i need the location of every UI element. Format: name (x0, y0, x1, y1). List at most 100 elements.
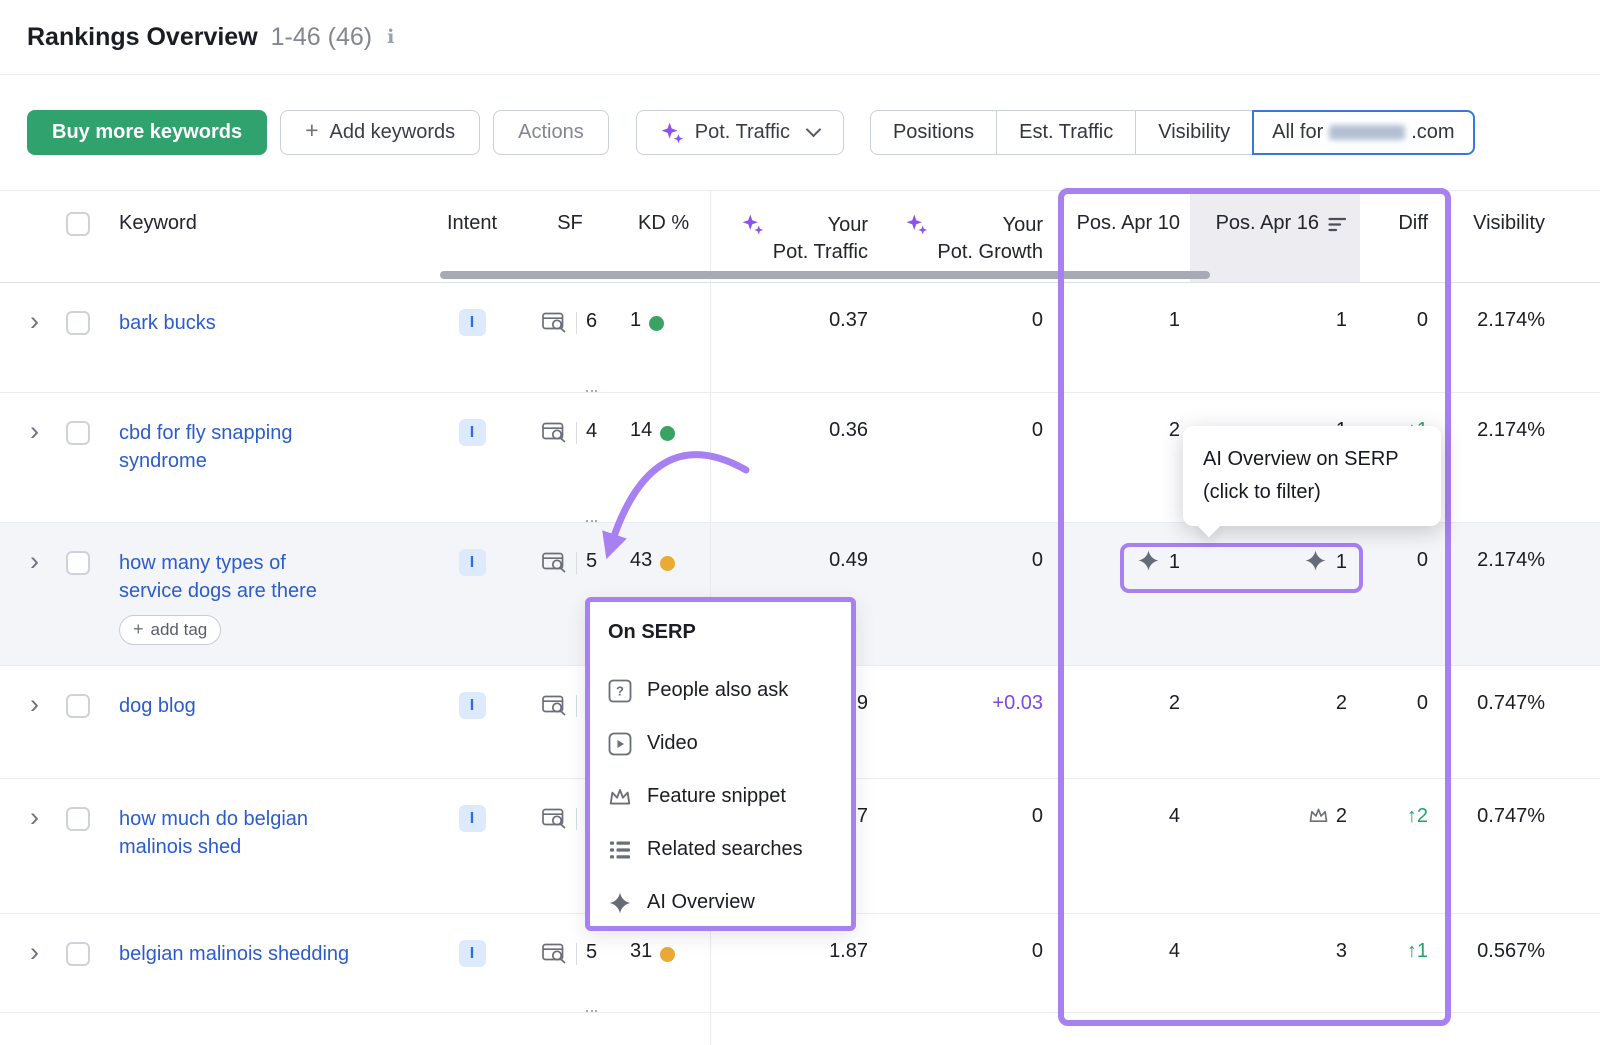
add-keywords-button[interactable]: Add keywords (280, 110, 480, 155)
actions-button[interactable]: Actions (493, 110, 609, 155)
keyword-link[interactable]: how many types of service dogs are there (119, 549, 317, 605)
kd-dot (660, 556, 675, 571)
intent-badge[interactable]: I (459, 805, 486, 832)
keyword-link[interactable]: how much do belgian malinois shed (119, 805, 308, 861)
visibility-value: 2.174% (1477, 309, 1545, 331)
select-all-checkbox[interactable] (66, 212, 90, 236)
pot-traffic-value: 0.49 (829, 549, 868, 571)
ai-overview-icon[interactable] (1137, 549, 1160, 572)
pos-apr10-value: 1 (1169, 309, 1180, 331)
column-header-pot-growth: YourPot. Growth (880, 191, 1055, 282)
expand-chevron-icon[interactable] (30, 805, 39, 829)
keyword-link[interactable]: dog blog (119, 692, 196, 720)
expand-chevron-icon[interactable] (30, 940, 39, 964)
intent-badge[interactable]: I (459, 940, 486, 967)
on-serp-list: ? People also ask Video Feature snippet … (608, 664, 851, 929)
plus-icon (133, 620, 144, 640)
view-switcher: Positions Est. Traffic Visibility All fo… (870, 110, 1475, 155)
info-icon[interactable] (387, 26, 394, 48)
column-header-diff: Diff (1360, 191, 1440, 282)
column-header-kd: KD % (630, 191, 710, 282)
pot-traffic-value: 0.36 (829, 419, 868, 441)
serp-features-icon (542, 552, 567, 573)
page-title: Rankings Overview (27, 23, 258, 52)
tooltip-line2: (click to filter) (1203, 476, 1421, 509)
divider (576, 312, 577, 334)
row-checkbox[interactable] (66, 421, 90, 445)
horizontal-scrollbar[interactable] (440, 271, 1210, 279)
kd-value: 31 (630, 940, 652, 1012)
kd-value: 1 (630, 309, 641, 392)
kd-dot (660, 426, 675, 441)
diff-value: 0 (1417, 549, 1428, 571)
pos-apr10-value: 2 (1169, 692, 1180, 714)
intent-badge[interactable]: I (459, 309, 486, 336)
row-checkbox[interactable] (66, 551, 90, 575)
page-header: Rankings Overview 1-46 (46) (0, 0, 1600, 75)
ai-overview-icon (608, 891, 632, 915)
pos-apr16-value: 2 (1336, 805, 1347, 827)
diff-value: 0 (1417, 692, 1428, 714)
sparkle-icon (661, 122, 684, 145)
pos-apr16-value: 2 (1336, 692, 1347, 714)
intent-badge[interactable]: I (459, 692, 486, 719)
pot-traffic-value: 0.37 (829, 309, 868, 331)
svg-text:?: ? (616, 683, 624, 698)
serp-features-icon (542, 943, 567, 964)
related-searches-icon (608, 838, 632, 862)
column-header-pos-apr16[interactable]: Pos. Apr 16 (1190, 191, 1360, 282)
tab-visibility[interactable]: Visibility (1135, 110, 1253, 155)
expand-chevron-icon[interactable] (30, 309, 39, 333)
visibility-value: 0.747% (1477, 805, 1545, 827)
intent-badge[interactable]: I (459, 419, 486, 446)
diff-value: ↑1 (1407, 940, 1428, 962)
diff-value: ↑2 (1407, 805, 1428, 827)
expand-chevron-icon[interactable] (30, 419, 39, 443)
tab-positions[interactable]: Positions (870, 110, 997, 155)
tab-all-for-domain[interactable]: All for .com (1252, 110, 1474, 155)
pot-traffic-value: 9 (857, 692, 868, 714)
pot-traffic-dropdown[interactable]: Pot. Traffic (636, 110, 844, 155)
sort-descending-icon[interactable] (1328, 217, 1347, 232)
plus-icon (305, 121, 318, 144)
row-checkbox[interactable] (66, 694, 90, 718)
divider (576, 808, 577, 830)
visibility-value: 2.174% (1477, 419, 1545, 441)
pos-apr16-value: 1 (1336, 551, 1347, 573)
on-serp-title: On SERP (608, 621, 851, 644)
table-header-row: Keyword Intent SF KD % YourPot. Traffic … (0, 190, 1600, 283)
people-also-ask-icon: ? (608, 679, 632, 703)
pos-apr10-value: 2 (1169, 419, 1180, 441)
serp-feature-item: ? People also ask (608, 664, 851, 717)
column-header-keyword: Keyword (104, 191, 434, 282)
row-checkbox[interactable] (66, 311, 90, 335)
intent-badge[interactable]: I (459, 549, 486, 576)
row-checkbox[interactable] (66, 942, 90, 966)
sf-count[interactable]: 4 (586, 419, 597, 522)
tab-est-traffic[interactable]: Est. Traffic (996, 110, 1136, 155)
kd-dot (660, 947, 675, 962)
add-tag-button[interactable]: add tag (119, 615, 221, 645)
sf-count[interactable]: 5 (586, 940, 597, 1012)
blurred-domain (1329, 125, 1405, 140)
expand-chevron-icon[interactable] (30, 549, 39, 573)
pot-growth-value: 0 (1032, 805, 1043, 827)
toolbar: Buy more keywords Add keywords Actions P… (0, 75, 1600, 190)
keyword-link[interactable]: bark bucks (119, 309, 216, 337)
divider (576, 695, 577, 717)
divider (576, 422, 577, 444)
ai-overview-icon[interactable] (1304, 549, 1327, 572)
keyword-link[interactable]: cbd for fly snapping syndrome (119, 419, 292, 475)
pot-growth-value: 0 (1032, 549, 1043, 571)
serp-features-icon (542, 422, 567, 443)
expand-chevron-icon[interactable] (30, 692, 39, 716)
visibility-value: 2.174% (1477, 549, 1545, 571)
keyword-link[interactable]: belgian malinois shedding (119, 940, 349, 968)
pos-apr16-value: 3 (1336, 940, 1347, 962)
buy-more-keywords-button[interactable]: Buy more keywords (27, 110, 267, 155)
pos-apr10-value: 4 (1169, 805, 1180, 827)
row-checkbox[interactable] (66, 807, 90, 831)
serp-features-icon (542, 695, 567, 716)
sf-count[interactable]: 6 (586, 309, 597, 392)
visibility-value: 0.567% (1477, 940, 1545, 962)
